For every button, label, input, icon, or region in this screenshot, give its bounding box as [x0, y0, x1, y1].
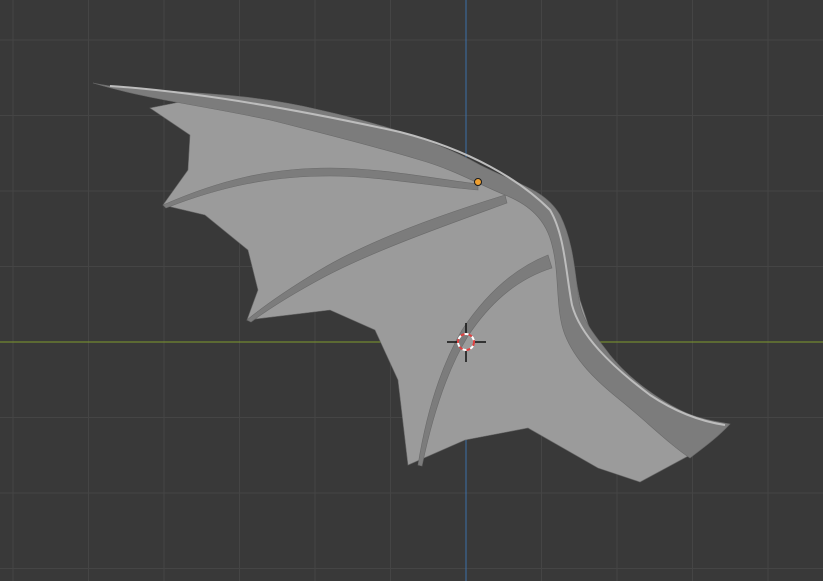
object-origin-icon[interactable]	[474, 178, 482, 186]
viewport-canvas[interactable]	[0, 0, 823, 581]
3d-viewport[interactable]	[0, 0, 823, 581]
wing-mesh[interactable]	[92, 82, 731, 483]
